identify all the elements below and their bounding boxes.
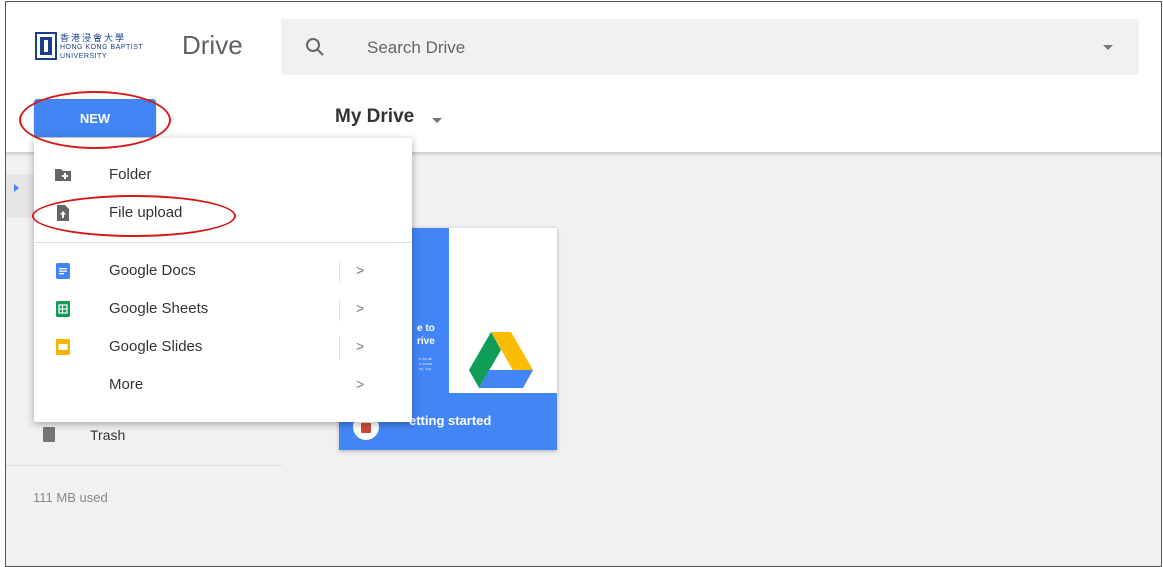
menu-submenu-divider [339, 337, 340, 359]
menu-item-google-slides[interactable]: Google Slides > [34, 328, 412, 366]
annotation-ellipse-file-upload [32, 195, 236, 237]
chevron-right-icon[interactable]: > [356, 376, 364, 392]
expand-arrow-icon[interactable] [14, 184, 19, 192]
google-slides-icon [56, 339, 70, 355]
my-drive-breadcrumb[interactable]: My Drive [335, 106, 414, 128]
sidebar-divider [6, 465, 282, 466]
app-title[interactable]: Drive [182, 30, 243, 61]
search-input[interactable] [365, 35, 1069, 61]
new-menu: Folder File upload Google Docs > Google … [34, 138, 412, 422]
university-name-zh: 香港浸會大學 [60, 33, 127, 43]
chevron-right-icon[interactable]: > [356, 338, 364, 354]
menu-item-label: Google Sheets [109, 300, 209, 317]
card-title: e to rive [417, 323, 435, 347]
my-drive-dropdown-icon[interactable] [432, 118, 442, 123]
browser-frame: 香港浸會大學 HONG KONG BAPTIST UNIVERSITY Driv… [5, 1, 1162, 567]
menu-item-label: Google Docs [109, 262, 196, 279]
menu-submenu-divider [339, 261, 340, 283]
university-wordmark: 香港浸會大學 HONG KONG BAPTIST UNIVERSITY [60, 34, 174, 61]
google-drive-logo-icon [469, 332, 533, 388]
chevron-right-icon[interactable]: > [356, 300, 364, 316]
card-body-text: e for all d some ns, too. [419, 356, 433, 371]
google-docs-icon [56, 263, 70, 279]
university-name-en: HONG KONG BAPTIST UNIVERSITY [60, 44, 144, 60]
menu-item-label: More [109, 376, 144, 393]
menu-item-google-sheets[interactable]: Google Sheets > [34, 290, 412, 328]
sidebar-selected-highlight [6, 174, 36, 218]
menu-submenu-divider [339, 299, 340, 321]
annotation-ellipse-new-button [19, 91, 171, 149]
chevron-right-icon[interactable]: > [356, 262, 364, 278]
sidebar-item-trash[interactable]: Trash [90, 427, 125, 443]
menu-item-folder[interactable]: Folder [34, 156, 412, 194]
google-sheets-icon [56, 301, 70, 317]
search-icon[interactable] [305, 37, 325, 57]
top-bar: 香港浸會大學 HONG KONG BAPTIST UNIVERSITY Driv… [6, 2, 1161, 152]
university-logo [35, 32, 57, 60]
folder-plus-icon [55, 169, 71, 181]
search-bar[interactable] [281, 19, 1139, 75]
storage-usage: 111 MB used [33, 490, 108, 505]
search-options-dropdown-icon[interactable] [1103, 45, 1113, 50]
menu-item-google-docs[interactable]: Google Docs > [34, 252, 412, 290]
menu-item-label: Folder [109, 166, 152, 183]
menu-item-more[interactable]: More > [34, 366, 412, 404]
menu-item-label: Google Slides [109, 338, 203, 355]
card-file-name: etting started [409, 413, 492, 428]
trash-icon[interactable] [43, 427, 55, 442]
menu-divider [34, 242, 412, 243]
